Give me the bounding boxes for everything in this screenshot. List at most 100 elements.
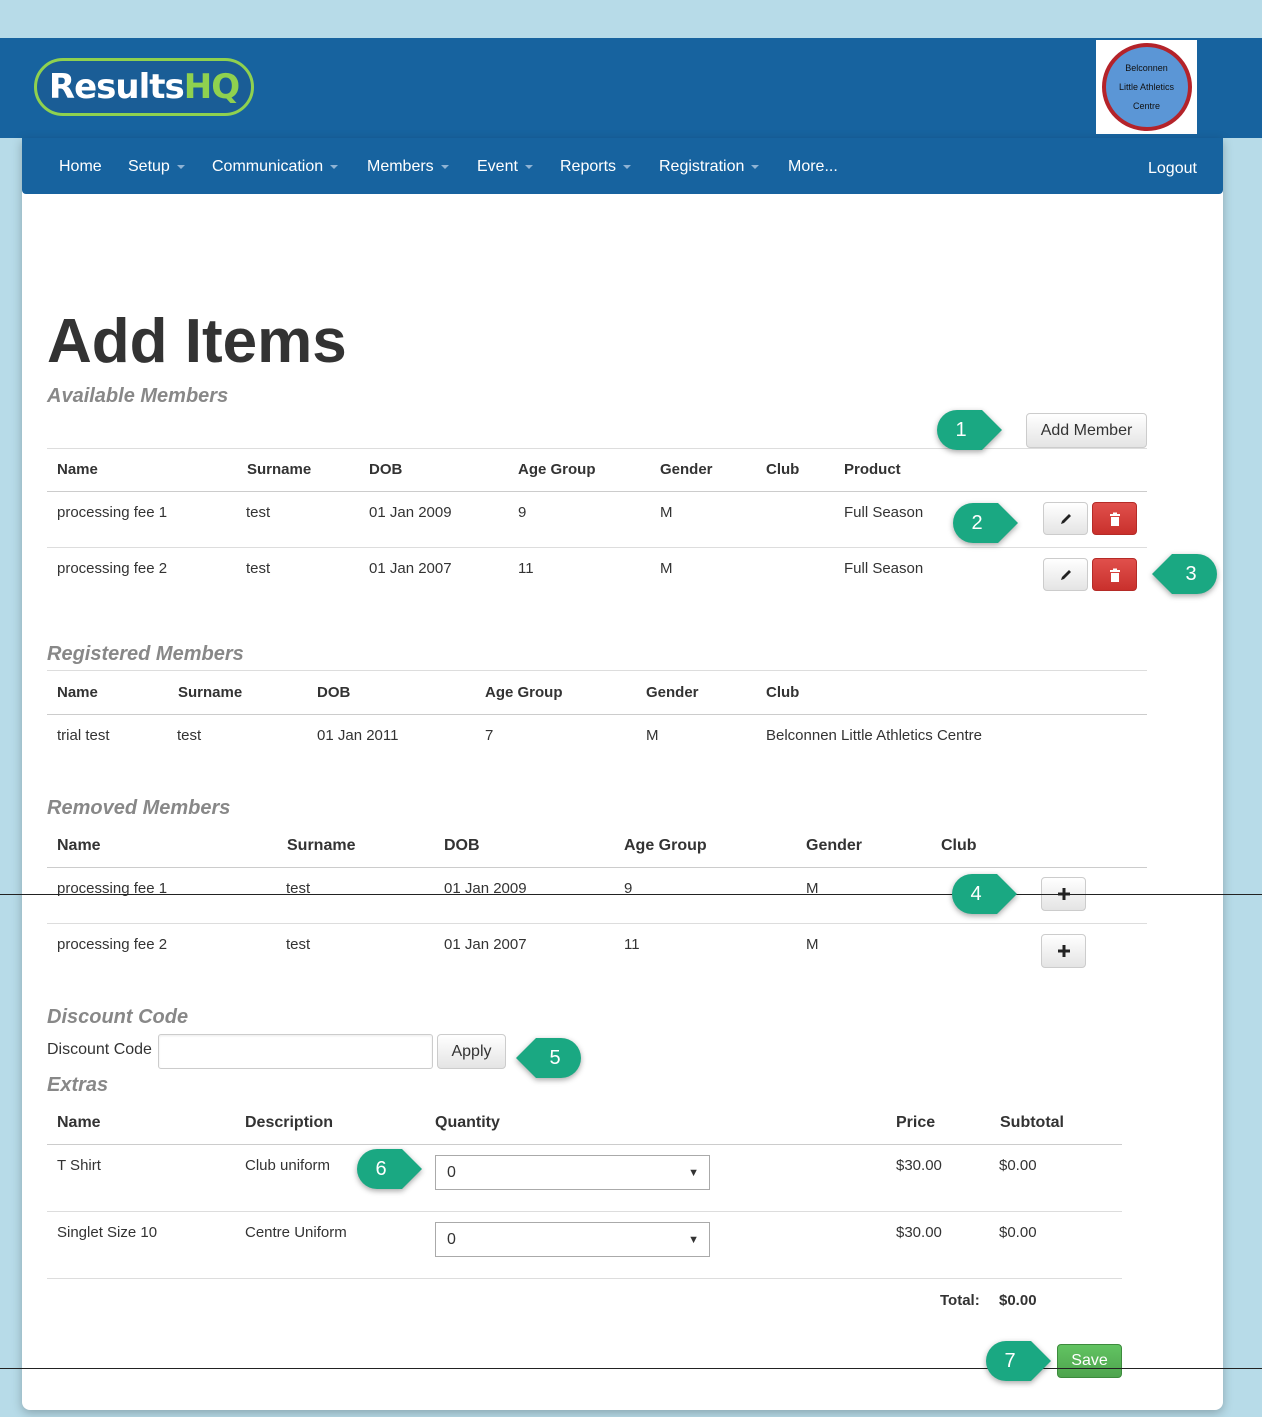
trash-icon bbox=[1109, 512, 1120, 526]
chevron-down-icon: ▼ bbox=[688, 1234, 699, 1246]
edit-button[interactable] bbox=[1043, 502, 1088, 535]
plus-icon bbox=[1057, 945, 1070, 957]
add-member-button[interactable]: Add Member bbox=[1026, 413, 1147, 448]
quantity-select[interactable]: 0 ▼ bbox=[435, 1222, 710, 1257]
quantity-select[interactable]: 0 ▼ bbox=[435, 1155, 710, 1190]
col-age-group: Age Group bbox=[485, 684, 563, 701]
nav-logout[interactable]: Logout bbox=[1148, 160, 1197, 178]
cell-dob: 01 Jan 2007 bbox=[444, 936, 527, 953]
cell-description: Club uniform bbox=[245, 1157, 331, 1174]
nav-members[interactable]: Members bbox=[367, 158, 449, 176]
header-bar: Results HQ Belconnen Little Athletics Cen… bbox=[0, 38, 1262, 138]
cell-product: Full Season bbox=[844, 560, 924, 577]
cell-subtotal: $0.00 bbox=[999, 1157, 1037, 1174]
divider bbox=[47, 670, 1147, 671]
total-label: Total: bbox=[940, 1292, 980, 1309]
divider bbox=[47, 1144, 1122, 1145]
col-name: Name bbox=[57, 684, 98, 701]
registered-members-title: Registered Members bbox=[47, 643, 244, 665]
nav-event[interactable]: Event bbox=[477, 158, 533, 176]
col-gender: Gender bbox=[806, 837, 863, 854]
cell-club: Belconnen Little Athletics Centre bbox=[766, 727, 982, 744]
cell-surname: test bbox=[246, 560, 271, 577]
total-value: $0.00 bbox=[999, 1292, 1037, 1309]
callout-marker: 6 bbox=[356, 1148, 422, 1190]
pencil-icon bbox=[1060, 513, 1071, 524]
callout-marker: 4 bbox=[951, 873, 1017, 915]
col-dob: DOB bbox=[317, 684, 351, 701]
col-surname: Surname bbox=[247, 461, 312, 478]
annotation-line bbox=[0, 894, 1262, 895]
nav-communication[interactable]: Communication bbox=[212, 158, 339, 176]
discount-code-input[interactable] bbox=[158, 1034, 433, 1069]
cell-dob: 01 Jan 2007 bbox=[369, 560, 452, 577]
available-members-title: Available Members bbox=[47, 385, 229, 407]
caret-down-icon bbox=[623, 164, 632, 169]
discount-code-label: Discount Code bbox=[47, 1041, 152, 1058]
cell-dob: 01 Jan 2009 bbox=[369, 504, 452, 521]
club-logo: Belconnen Little Athletics Centre bbox=[1096, 40, 1197, 134]
col-gender: Gender bbox=[660, 461, 713, 478]
col-dob: DOB bbox=[444, 837, 480, 854]
nav-reports[interactable]: Reports bbox=[560, 158, 632, 176]
caret-down-icon bbox=[330, 164, 339, 169]
col-surname: Surname bbox=[178, 684, 243, 701]
cell-surname: test bbox=[246, 504, 271, 521]
callout-marker: 2 bbox=[952, 502, 1018, 544]
cell-dob: 01 Jan 2011 bbox=[317, 727, 399, 744]
cell-age-group: 11 bbox=[518, 560, 534, 577]
save-button[interactable]: Save bbox=[1057, 1344, 1122, 1378]
cell-surname: test bbox=[286, 936, 311, 953]
edit-button[interactable] bbox=[1043, 558, 1088, 591]
divider bbox=[47, 1278, 1122, 1279]
main-card: Home Setup Communication Members Event R… bbox=[22, 138, 1223, 1410]
col-product: Product bbox=[844, 461, 901, 478]
cell-age-group: 9 bbox=[518, 504, 527, 521]
resultshq-logo[interactable]: Results HQ bbox=[34, 58, 254, 116]
callout-marker: 7 bbox=[985, 1340, 1051, 1382]
trash-icon bbox=[1109, 568, 1120, 582]
removed-members-title: Removed Members bbox=[47, 797, 231, 819]
col-club: Club bbox=[941, 837, 977, 854]
caret-down-icon bbox=[440, 164, 449, 169]
callout-marker: 3 bbox=[1152, 553, 1217, 595]
caret-down-icon bbox=[751, 164, 760, 169]
divider bbox=[47, 867, 1147, 868]
col-age-group: Age Group bbox=[624, 837, 707, 854]
discount-code-title: Discount Code bbox=[47, 1006, 189, 1028]
cell-product: Full Season bbox=[844, 504, 924, 521]
nav-more[interactable]: More... bbox=[788, 158, 838, 176]
callout-marker: 5 bbox=[516, 1037, 581, 1079]
col-subtotal: Subtotal bbox=[1000, 1114, 1064, 1131]
annotation-line bbox=[0, 1368, 1262, 1369]
col-quantity: Quantity bbox=[435, 1114, 500, 1131]
divider bbox=[47, 491, 1147, 492]
divider bbox=[47, 714, 1147, 715]
col-club: Club bbox=[766, 461, 800, 478]
nav-home[interactable]: Home bbox=[59, 158, 102, 176]
caret-down-icon bbox=[176, 164, 185, 169]
pencil-icon bbox=[1060, 569, 1071, 580]
cell-name: Singlet Size 10 bbox=[57, 1224, 158, 1241]
cell-gender: M bbox=[660, 560, 673, 577]
cell-age-group: 7 bbox=[485, 727, 494, 744]
cell-description: Centre Uniform bbox=[245, 1224, 347, 1241]
col-price: Price bbox=[896, 1114, 936, 1131]
extras-title: Extras bbox=[47, 1074, 109, 1096]
cell-subtotal: $0.00 bbox=[999, 1224, 1037, 1241]
divider bbox=[47, 923, 1147, 924]
col-dob: DOB bbox=[369, 461, 403, 478]
nav-registration[interactable]: Registration bbox=[659, 158, 760, 176]
cell-age-group: 11 bbox=[624, 936, 640, 953]
col-surname: Surname bbox=[287, 837, 356, 854]
navbar: Home Setup Communication Members Event R… bbox=[22, 138, 1223, 194]
divider bbox=[47, 547, 1147, 548]
callout-marker: 1 bbox=[936, 409, 1002, 451]
apply-button[interactable]: Apply bbox=[437, 1034, 506, 1069]
col-club: Club bbox=[766, 684, 800, 701]
delete-button[interactable] bbox=[1092, 502, 1137, 535]
delete-button[interactable] bbox=[1092, 558, 1137, 591]
col-name: Name bbox=[57, 837, 101, 854]
restore-member-button[interactable] bbox=[1041, 934, 1086, 968]
nav-setup[interactable]: Setup bbox=[128, 158, 185, 176]
